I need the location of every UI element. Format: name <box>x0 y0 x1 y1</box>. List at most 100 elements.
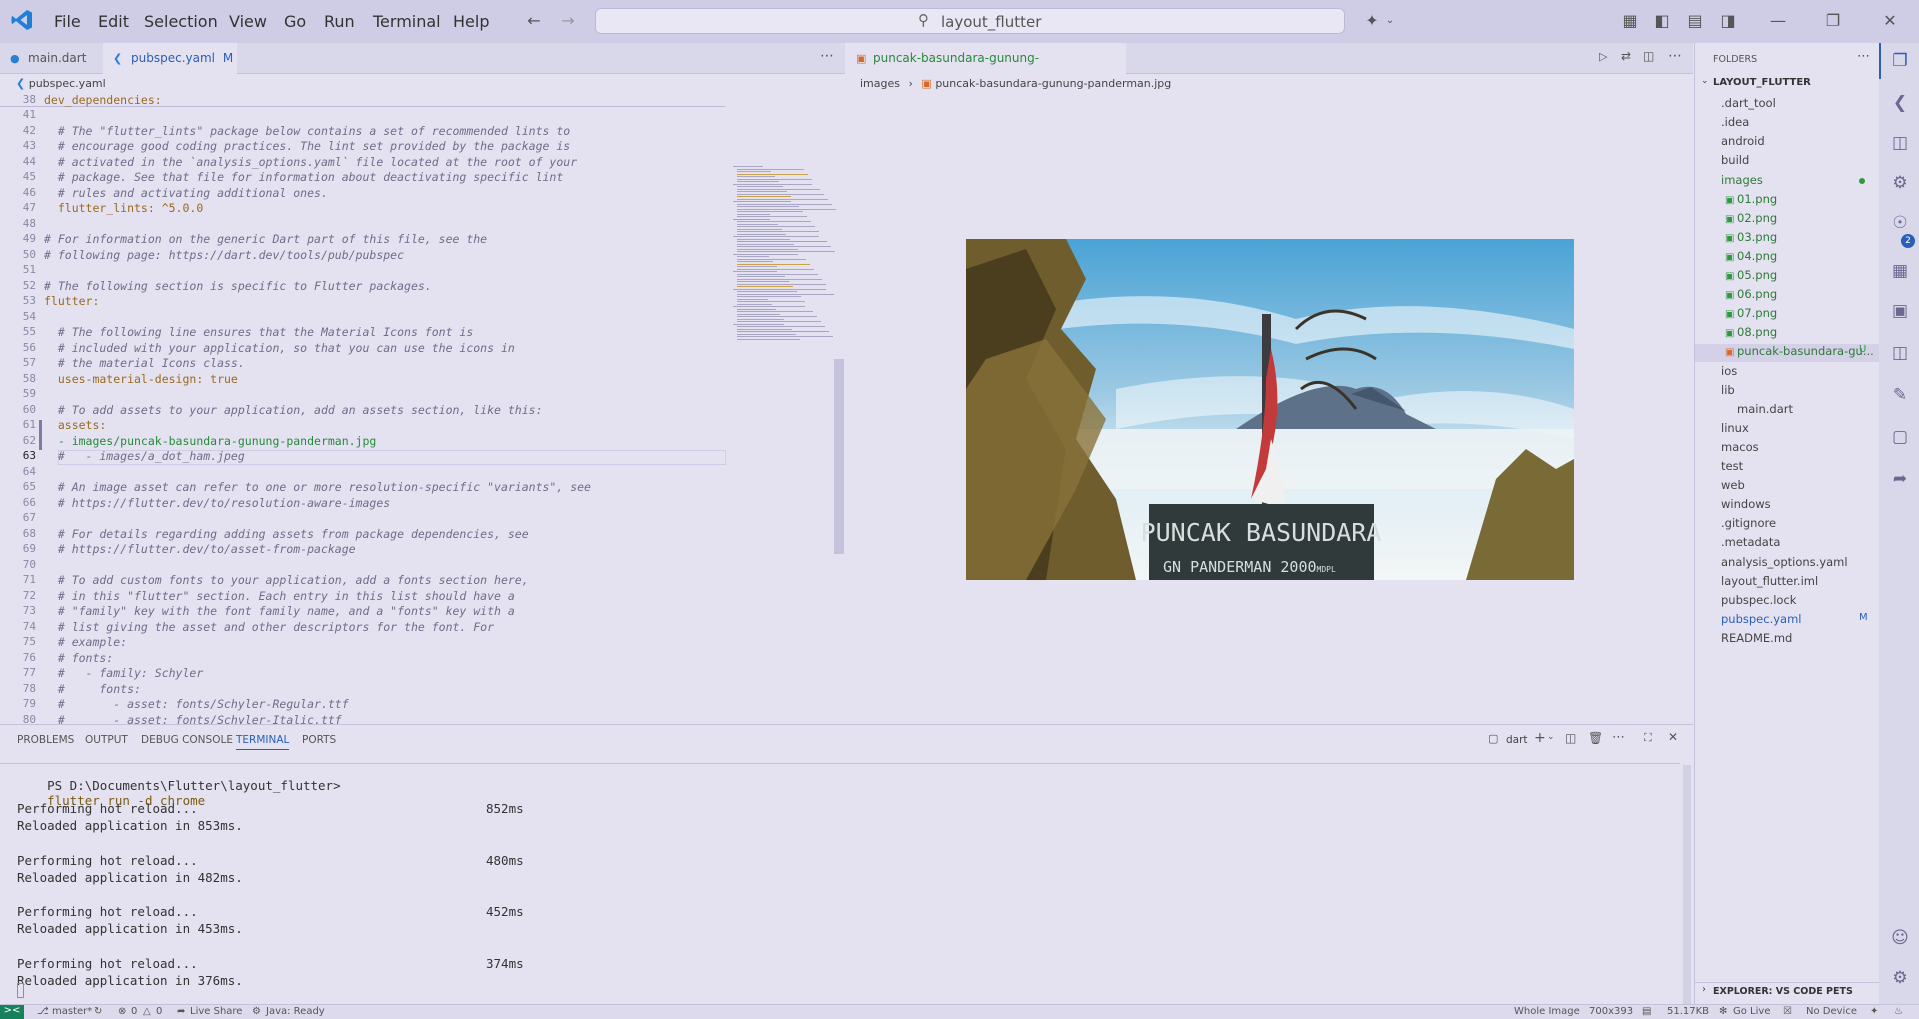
chevron-down-icon[interactable]: ⌄ <box>1547 732 1555 742</box>
tab-pubspec-yaml[interactable]: ❮ pubspec.yaml M ✕ <box>103 43 237 96</box>
tab-image-preview[interactable]: ▣ puncak-basundara-gunung-panderman.jpg … <box>846 43 1126 96</box>
copilot-status-icon[interactable]: ✦ <box>1870 1006 1878 1017</box>
explorer-icon[interactable]: ❐ <box>1889 50 1911 72</box>
split-editor-icon[interactable]: ◫ <box>1643 49 1654 63</box>
notifications-icon[interactable]: ♨ <box>1894 1006 1903 1017</box>
restore-icon[interactable]: ❐ <box>1823 11 1843 31</box>
source-control-icon[interactable]: ☉ <box>1889 212 1911 234</box>
menu-terminal[interactable]: Terminal <box>373 12 441 31</box>
debug-icon[interactable]: ⚙ <box>1889 172 1911 194</box>
java-status[interactable]: Java: Ready <box>266 1006 325 1017</box>
explorer-item[interactable]: layout_flutter.iml <box>1709 574 1818 588</box>
breadcrumb-folder[interactable]: images <box>860 77 900 90</box>
forward-arrow-icon[interactable]: → <box>558 11 578 31</box>
monitor-icon[interactable]: ▢ <box>1889 426 1911 448</box>
run-icon[interactable]: ▷ <box>1599 50 1607 63</box>
minimap[interactable] <box>733 166 838 346</box>
tab-debug-console[interactable]: DEBUG CONSOLE <box>141 734 233 746</box>
explorer-item[interactable]: ▣ 03.png <box>1725 230 1777 244</box>
explorer-item[interactable]: ▣ 01.png <box>1725 192 1777 206</box>
more-actions-icon[interactable]: ⋯ <box>820 48 834 64</box>
explorer-item[interactable]: .idea <box>1709 115 1749 129</box>
menu-file[interactable]: File <box>54 12 81 31</box>
remote-indicator[interactable]: >< <box>0 1005 24 1019</box>
code-editor[interactable]: ❮ pubspec.yaml 38 dev_dependencies: 41 42 #… <box>0 74 845 727</box>
menu-run[interactable]: Run <box>324 12 355 31</box>
explorer-root[interactable]: LAYOUT_FLUTTER <box>1713 77 1811 88</box>
menu-go[interactable]: Go <box>284 12 306 31</box>
go-live[interactable]: Go Live <box>1733 1006 1770 1017</box>
live-share-icon[interactable]: ➦ <box>1889 468 1911 490</box>
terminal-scrollbar[interactable] <box>1683 765 1691 1005</box>
image-mode[interactable]: Whole Image <box>1514 1006 1580 1017</box>
flutter-icon[interactable]: ❮ <box>1889 92 1911 114</box>
explorer-item[interactable]: pubspec.lock <box>1709 593 1796 607</box>
explorer-item[interactable]: main.dart <box>1725 402 1793 416</box>
explorer-item[interactable]: macos <box>1709 440 1759 454</box>
sync-icon[interactable]: ↻ <box>94 1006 102 1017</box>
trash-icon[interactable]: 🗑 <box>1588 731 1603 745</box>
toggle-panel-icon[interactable]: ▤ <box>1685 11 1705 31</box>
explorer-item[interactable]: README.md <box>1709 631 1792 645</box>
toggle-primary-sidebar-icon[interactable]: ◧ <box>1652 11 1672 31</box>
explorer-item[interactable]: web <box>1709 478 1745 492</box>
settings-gear-icon[interactable]: ⚙ <box>1889 967 1911 989</box>
chevron-down-icon[interactable]: ⌄ <box>1701 76 1709 86</box>
explorer-item[interactable]: linux <box>1709 421 1749 435</box>
split-terminal-icon[interactable]: ◫ <box>1565 731 1576 745</box>
command-center-search[interactable]: ⚲ layout_flutter <box>595 8 1345 34</box>
explorer-item[interactable]: .metadata <box>1709 535 1780 549</box>
editor-scrollbar[interactable] <box>834 359 844 554</box>
remote-explorer-icon[interactable]: ◫ <box>1889 342 1911 364</box>
extensions-icon[interactable]: ▦ <box>1889 260 1911 282</box>
explorer-footer[interactable]: EXPLORER: VS CODE PETS <box>1713 986 1853 997</box>
account-icon[interactable]: ☺ <box>1889 927 1911 949</box>
more-actions-icon[interactable]: ⋯ <box>1612 730 1625 745</box>
explorer-item[interactable]: ▣ 04.png <box>1725 249 1777 263</box>
explorer-item[interactable]: ▣ 02.png <box>1725 211 1777 225</box>
terminal-profile[interactable]: dart <box>1506 734 1528 746</box>
menu-help[interactable]: Help <box>453 12 489 31</box>
open-changes-icon[interactable]: ⇄ <box>1621 49 1631 63</box>
error-count[interactable]: 0 <box>131 1006 137 1017</box>
tab-problems[interactable]: PROBLEMS <box>17 734 74 746</box>
flutter-device[interactable]: No Device <box>1806 1006 1857 1017</box>
explorer-item[interactable]: ▣ 07.png <box>1725 306 1777 320</box>
tab-terminal[interactable]: TERMINAL <box>236 734 290 750</box>
explorer-item[interactable]: ▣ puncak-basundara-gu... <box>1695 344 1879 363</box>
chevron-right-icon[interactable]: › <box>1702 984 1706 995</box>
live-share[interactable]: Live Share <box>190 1006 242 1017</box>
menu-edit[interactable]: Edit <box>98 12 129 31</box>
explorer-item[interactable]: images <box>1709 173 1763 187</box>
explorer-item[interactable]: ios <box>1709 364 1737 378</box>
explorer-item[interactable]: .gitignore <box>1709 516 1776 530</box>
warning-count[interactable]: 0 <box>156 1006 162 1017</box>
new-terminal-icon[interactable]: + <box>1534 730 1546 746</box>
explorer-item[interactable]: windows <box>1709 497 1771 511</box>
explorer-item[interactable]: ▣ 08.png <box>1725 325 1777 339</box>
breadcrumb-file[interactable]: puncak-basundara-gunung-panderman.jpg <box>935 77 1171 90</box>
tab-main-dart[interactable]: ● main.dart <box>0 43 103 74</box>
explorer-item[interactable]: ▣ 05.png <box>1725 268 1777 282</box>
tab-ports[interactable]: PORTS <box>302 734 336 746</box>
more-actions-icon[interactable]: ⋯ <box>1668 48 1682 64</box>
explorer-item[interactable]: analysis_options.yaml <box>1709 555 1848 569</box>
explorer-item[interactable]: .dart_tool <box>1709 96 1776 110</box>
customize-layout-icon[interactable]: ▦ <box>1620 11 1640 31</box>
tab-output[interactable]: OUTPUT <box>85 734 128 746</box>
explorer-item[interactable]: android <box>1709 134 1765 148</box>
menu-view[interactable]: View <box>229 12 267 31</box>
close-window-icon[interactable]: ✕ <box>1880 11 1900 31</box>
chevron-down-icon[interactable]: ⌄ <box>1380 11 1400 31</box>
explorer-item[interactable]: lib <box>1709 383 1735 397</box>
menu-selection[interactable]: Selection <box>144 12 218 31</box>
copilot-icon[interactable]: ✦ <box>1362 11 1382 31</box>
toggle-secondary-sidebar-icon[interactable]: ◨ <box>1718 11 1738 31</box>
package-icon[interactable]: ◫ <box>1889 132 1911 154</box>
back-arrow-icon[interactable]: ← <box>524 11 544 31</box>
containers-icon[interactable]: ▣ <box>1889 300 1911 322</box>
explorer-item[interactable]: build <box>1709 153 1749 167</box>
git-branch[interactable]: master* <box>52 1006 92 1017</box>
minimize-icon[interactable]: — <box>1768 11 1788 31</box>
more-actions-icon[interactable]: ⋯ <box>1857 49 1870 64</box>
